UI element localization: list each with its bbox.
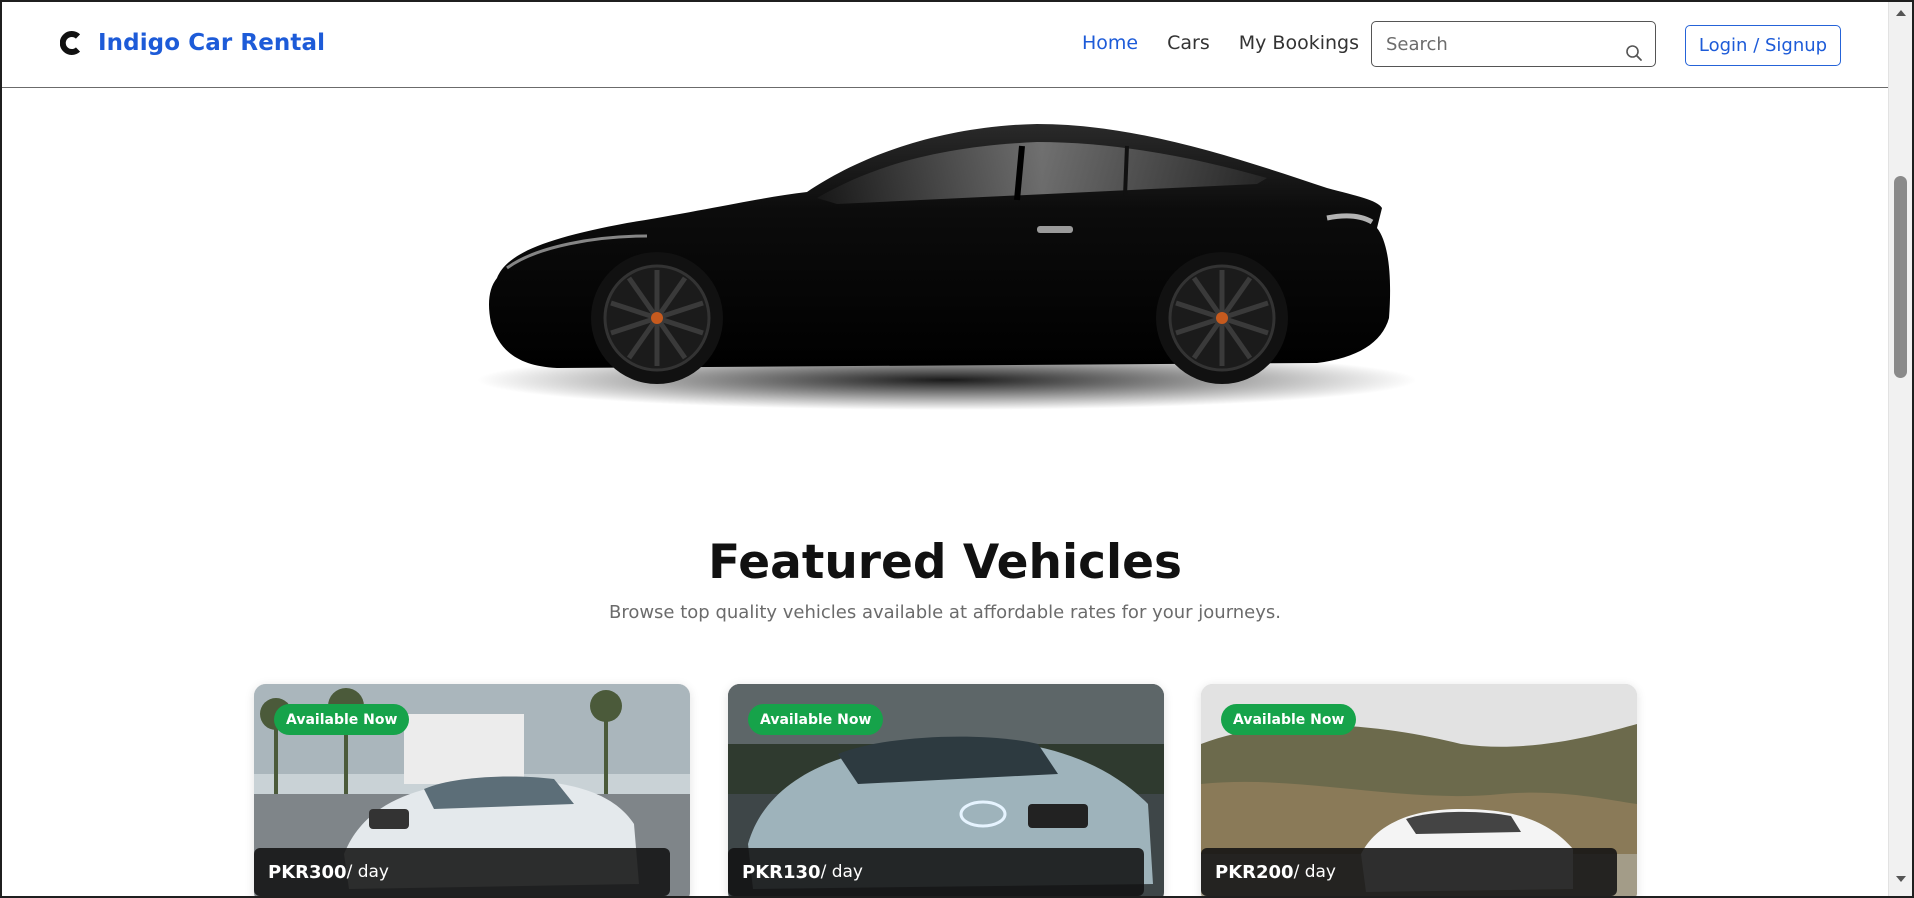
scroll-thumb[interactable] [1894,176,1907,378]
nav-link-my-bookings[interactable]: My Bookings [1239,32,1359,54]
browser-window: Indigo Car Rental Home Cars My Bookings … [0,0,1914,898]
availability-badge: Available Now [274,704,410,735]
price-unit: / day [346,862,389,882]
scroll-down-icon[interactable] [1894,872,1908,886]
login-signup-button[interactable]: Login / Signup [1685,25,1841,66]
nav-links: Home Cars My Bookings [1082,32,1359,54]
navbar: Indigo Car Rental Home Cars My Bookings … [2,2,1888,88]
search-box [1371,21,1656,67]
price-amount: PKR300 [268,861,347,883]
brand-c-icon [58,28,84,58]
price-unit: / day [820,862,863,882]
scrollbar[interactable] [1888,2,1912,896]
hero-car-image [477,124,1415,410]
search-input[interactable] [1372,22,1612,66]
price-amount: PKR130 [742,861,821,883]
availability-badge: Available Now [748,704,884,735]
vehicle-card[interactable]: Available Now PKR130 / day [728,684,1164,896]
featured-title: Featured Vehicles [708,535,1182,590]
brand-name: Indigo Car Rental [98,30,326,56]
price-bar: PKR300 / day [254,848,670,896]
scroll-up-icon[interactable] [1894,6,1908,20]
nav-link-home[interactable]: Home [1082,32,1138,54]
vehicle-card[interactable]: Available Now PKR200 / day [1201,684,1637,896]
nav-link-cars[interactable]: Cars [1167,32,1210,54]
featured-subtitle: Browse top quality vehicles available at… [608,602,1282,623]
availability-badge: Available Now [1221,704,1357,735]
search-icon[interactable] [1625,44,1643,62]
brand[interactable]: Indigo Car Rental [58,28,325,58]
price-unit: / day [1293,862,1336,882]
price-bar: PKR200 / day [1201,848,1617,896]
price-amount: PKR200 [1215,861,1294,883]
vehicle-card[interactable]: Available Now PKR300 / day [254,684,690,896]
price-bar: PKR130 / day [728,848,1144,896]
